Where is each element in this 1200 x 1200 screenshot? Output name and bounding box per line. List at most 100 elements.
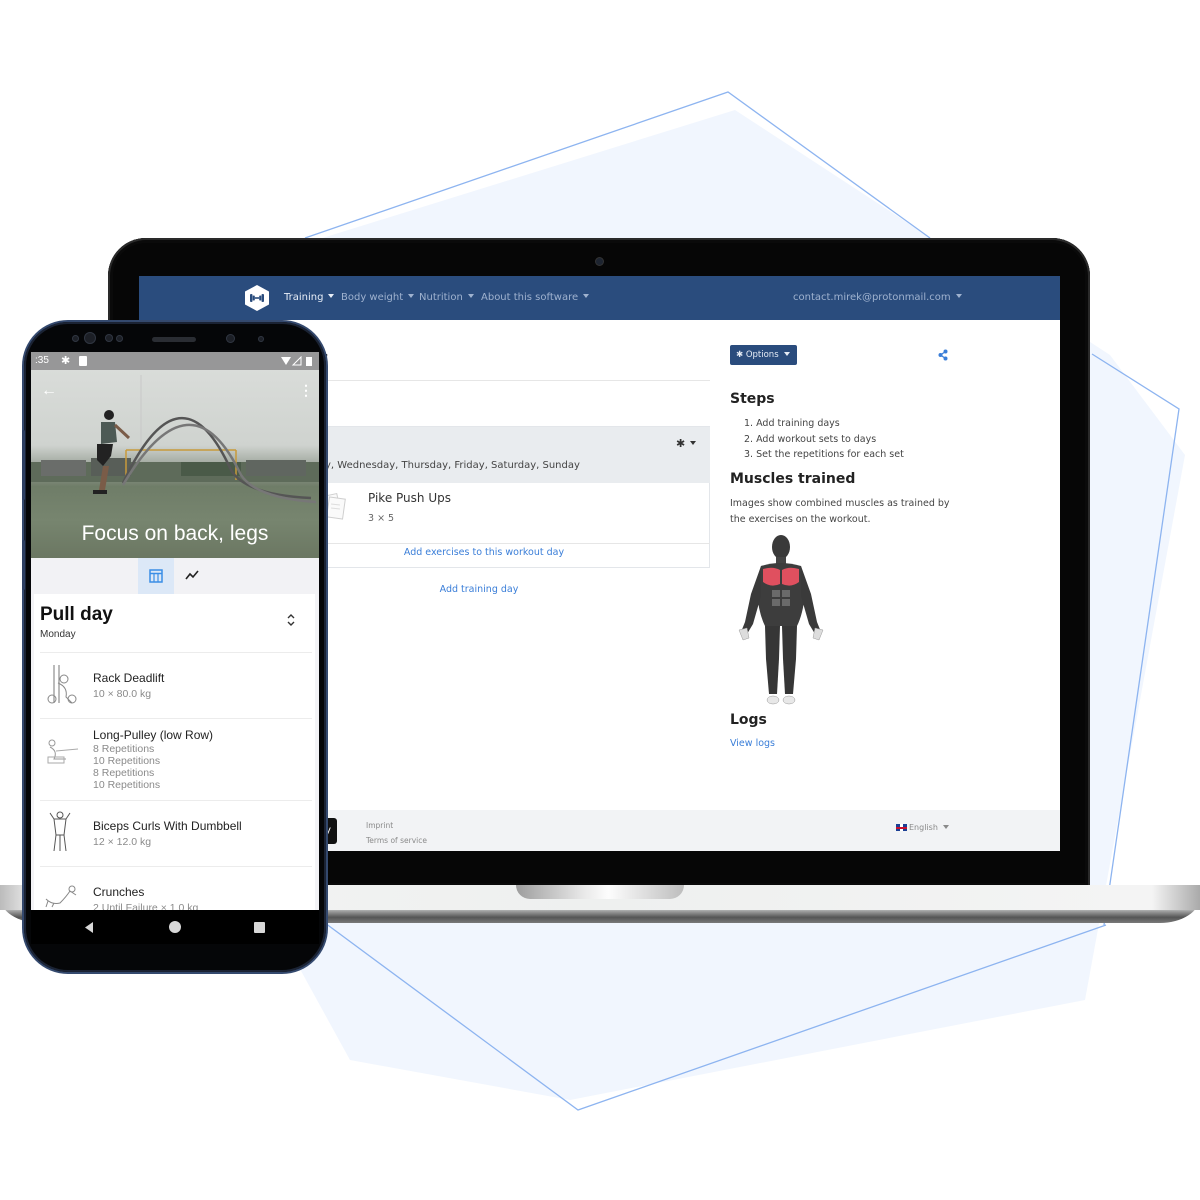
tab-table[interactable] xyxy=(138,558,174,594)
exercise-detail: 10 Repetitions xyxy=(93,779,161,791)
nav-nutrition[interactable]: Nutrition xyxy=(419,292,474,303)
exercise-name: Long-Pulley (low Row) xyxy=(93,728,214,742)
day-weekday: Monday xyxy=(40,629,76,640)
options-label: Options xyxy=(745,350,779,360)
nav-about-label: About this software xyxy=(481,292,579,303)
nav-body-weight[interactable]: Body weight xyxy=(341,292,415,303)
android-nav-bar xyxy=(31,910,319,944)
nav-training-label: Training xyxy=(284,292,324,303)
divider xyxy=(319,380,710,381)
training-day-card: ✱ y, Wednesday, Thursday, Friday, Saturd… xyxy=(319,426,710,568)
imprint-link[interactable]: Imprint xyxy=(366,821,393,830)
exercise-list-item[interactable]: Rack Deadlift 10 × 80.0 kg xyxy=(40,652,312,718)
add-training-day-link[interactable]: Add training day xyxy=(319,584,639,595)
nav-about[interactable]: About this software xyxy=(481,292,590,303)
training-day-header: ✱ y, Wednesday, Thursday, Friday, Saturd… xyxy=(319,427,710,483)
muscles-heading: Muscles trained xyxy=(730,471,856,487)
caret-down-icon xyxy=(583,294,590,298)
table-icon xyxy=(149,569,163,583)
status-time: :35 xyxy=(35,355,49,366)
view-logs-link[interactable]: View logs xyxy=(730,738,775,749)
muscle-body-diagram xyxy=(738,535,824,705)
exercise-list-item[interactable]: Long-Pulley (low Row) 8 Repetitions 10 R… xyxy=(40,718,312,800)
add-exercises-link[interactable]: Add exercises to this workout day xyxy=(319,547,649,558)
status-bar: :35 ✱ xyxy=(31,352,319,370)
crunches-illustration xyxy=(45,885,77,908)
hero-image: Focus on back, legs xyxy=(31,370,319,558)
caret-down-icon xyxy=(690,441,697,445)
user-menu[interactable]: contact.mirek@protonmail.com xyxy=(793,292,962,303)
laptop-notch xyxy=(516,885,684,899)
settings-status-icon: ✱ xyxy=(61,355,71,367)
signal-battery-icons xyxy=(281,356,312,366)
day-options-button[interactable]: ✱ xyxy=(676,437,697,450)
exercise-name: Biceps Curls With Dumbbell xyxy=(93,819,242,833)
step-item: 1. Add training days xyxy=(744,418,840,429)
terms-link[interactable]: Terms of service xyxy=(366,836,427,845)
caret-down-icon xyxy=(955,294,962,298)
exercise-name: Rack Deadlift xyxy=(93,671,165,685)
app-logo-icon[interactable] xyxy=(243,284,271,312)
language-label: English xyxy=(909,823,938,832)
phone-screen: Focus on back, legs :35 ✱ ← ⋮ Pull day M… xyxy=(31,352,319,910)
nav-recents-icon[interactable] xyxy=(254,922,265,933)
training-day-weekdays: y, Wednesday, Thursday, Friday, Saturday… xyxy=(325,460,580,471)
exercise-detail: 12 × 12.0 kg xyxy=(93,836,152,848)
phone-sensor xyxy=(226,334,235,343)
nav-body-weight-label: Body weight xyxy=(341,292,404,303)
phone-side-button xyxy=(22,540,25,590)
logs-heading: Logs xyxy=(730,712,767,728)
exercise-detail: 8 Repetitions xyxy=(93,743,155,755)
exercise-row[interactable]: Pike Push Ups 3 × 5 xyxy=(319,483,710,544)
phone-sensor xyxy=(116,335,123,342)
share-icon[interactable] xyxy=(938,349,948,361)
exercise-detail: 10 × 80.0 kg xyxy=(93,688,152,700)
biceps-curl-illustration xyxy=(49,811,71,852)
step-item: 2. Add workout sets to days xyxy=(744,433,877,445)
step-item: 3. Set the repetitions for each set xyxy=(744,449,904,460)
nav-training[interactable]: Training xyxy=(284,292,335,303)
gear-icon: ✱ xyxy=(736,350,746,360)
phone-sensor xyxy=(72,335,79,342)
back-arrow-icon[interactable]: ← xyxy=(41,382,57,400)
long-pulley-illustration xyxy=(47,739,79,764)
exercise-name: Pike Push Ups xyxy=(368,491,451,505)
view-tabbar xyxy=(31,558,319,594)
tab-chart[interactable] xyxy=(174,558,210,594)
user-email: contact.mirek@protonmail.com xyxy=(793,292,951,303)
nav-home-icon[interactable] xyxy=(169,921,181,933)
uk-flag-icon xyxy=(896,824,907,831)
caret-down-icon xyxy=(328,294,335,298)
nav-nutrition-label: Nutrition xyxy=(419,292,463,303)
day-title: Pull day xyxy=(40,604,113,625)
chart-line-icon xyxy=(185,570,199,580)
exercise-detail: 10 Repetitions xyxy=(93,755,161,767)
exercise-list-item[interactable]: Crunches 2 Until Failure × 1.0 kg xyxy=(40,866,312,910)
sd-card-status-icon xyxy=(79,356,87,366)
nav-back-icon[interactable] xyxy=(83,921,95,934)
phone-speaker xyxy=(152,337,196,342)
phone-front-camera xyxy=(84,332,96,344)
laptop-camera xyxy=(596,258,603,265)
phone-sensor xyxy=(105,334,113,342)
expand-collapse-icon[interactable] xyxy=(286,612,296,628)
phone-side-button xyxy=(22,430,25,500)
more-vert-icon[interactable]: ⋮ xyxy=(299,382,313,399)
exercise-list-item[interactable]: Biceps Curls With Dumbbell 12 × 12.0 kg xyxy=(40,800,312,866)
caret-down-icon xyxy=(783,351,790,356)
caret-down-icon xyxy=(408,294,415,298)
steps-heading: Steps xyxy=(730,391,775,407)
exercise-name: Crunches xyxy=(93,885,145,899)
exercise-detail: 8 Repetitions xyxy=(93,767,155,779)
exercise-detail: 2 Until Failure × 1.0 kg xyxy=(93,902,199,910)
caret-down-icon xyxy=(942,824,949,829)
language-selector[interactable]: English xyxy=(896,823,949,832)
top-navbar: Training Body weight Nutrition About thi… xyxy=(139,276,1060,320)
muscles-description: Images show combined muscles as trained … xyxy=(730,498,950,525)
gear-icon: ✱ xyxy=(676,437,686,450)
caret-down-icon xyxy=(467,294,474,298)
hero-title: Focus on back, legs xyxy=(81,522,269,545)
phone-sensor xyxy=(258,336,264,342)
rack-deadlift-illustration xyxy=(47,665,77,704)
options-button[interactable]: ✱ Options xyxy=(730,345,797,365)
